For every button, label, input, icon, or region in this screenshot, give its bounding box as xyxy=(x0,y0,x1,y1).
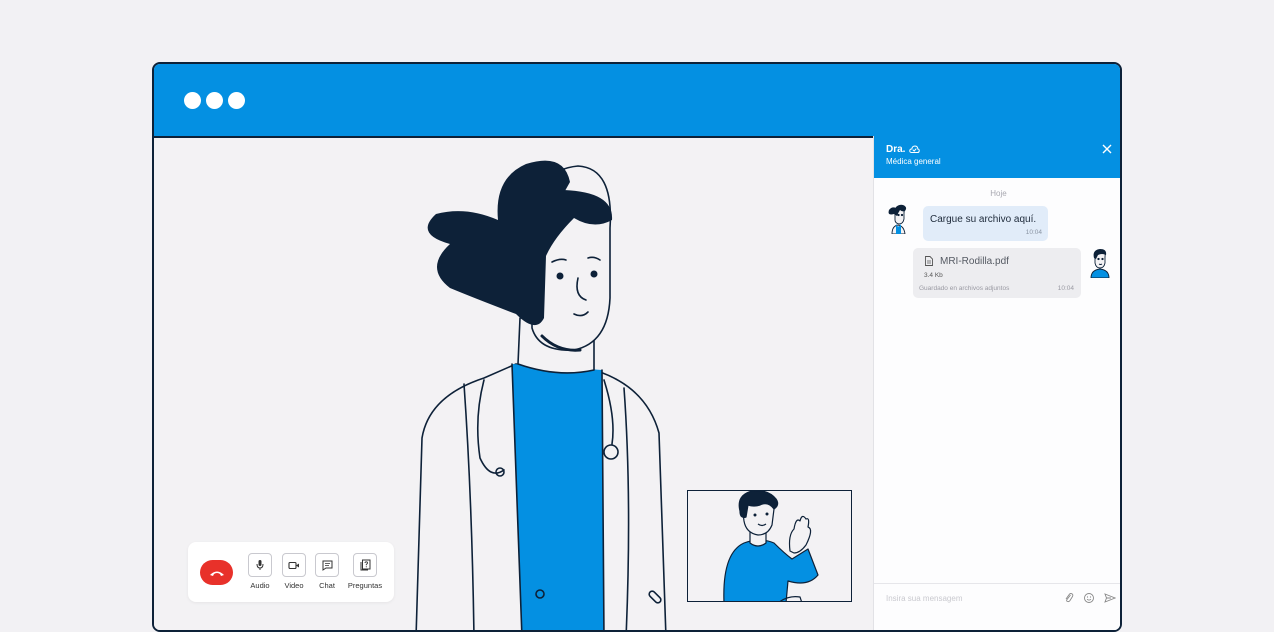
doctor-role: Médica general xyxy=(886,157,941,166)
camera-icon xyxy=(288,561,299,569)
message-time: 10:04 xyxy=(1057,285,1074,292)
chat-control[interactable]: Chat xyxy=(307,553,347,590)
hang-up-button[interactable] xyxy=(200,560,233,585)
file-saved-note: Guardado en archivos adjuntos xyxy=(919,285,1010,292)
doctor-name: Dra. xyxy=(886,144,906,155)
video-button[interactable] xyxy=(282,553,306,577)
chat-button[interactable] xyxy=(315,553,339,577)
file-size: 3.4 Kb xyxy=(924,272,943,279)
chat-panel: Dra. Médica general Hoje Cargue su archi… xyxy=(873,136,1120,630)
patient-illustration xyxy=(723,491,819,601)
paperclip-icon[interactable] xyxy=(1063,592,1075,604)
doctor-avatar xyxy=(888,204,907,234)
questions-button[interactable] xyxy=(353,553,377,577)
file-name[interactable]: MRI-Rodilla.pdf xyxy=(940,256,1009,267)
questions-label: Preguntas xyxy=(347,581,383,590)
app-window: Audio Video Chat Preguntas Dra. Médica g… xyxy=(152,62,1122,632)
close-icon[interactable] xyxy=(1101,143,1113,155)
window-dots xyxy=(184,92,245,109)
doctor-name-row: Dra. xyxy=(886,144,921,155)
audio-button[interactable] xyxy=(248,553,272,577)
call-controls: Audio Video Chat Preguntas xyxy=(188,542,394,602)
questions-control[interactable]: Preguntas xyxy=(345,553,385,590)
file-message[interactable]: MRI-Rodilla.pdf 3.4 Kb Guardado en archi… xyxy=(913,248,1081,298)
title-bar xyxy=(154,64,1120,138)
message-composer xyxy=(874,583,1120,630)
document-icon xyxy=(925,256,933,266)
patient-avatar xyxy=(1090,249,1110,278)
window-dot[interactable] xyxy=(184,92,201,109)
send-icon[interactable] xyxy=(1104,592,1116,604)
date-separator: Hoje xyxy=(990,189,1007,198)
phone-hangup-icon xyxy=(209,571,224,576)
incoming-message: Cargue su archivo aquí. 10:04 xyxy=(923,206,1048,241)
message-text: Cargue su archivo aquí. xyxy=(930,214,1037,225)
window-dot[interactable] xyxy=(206,92,223,109)
window-dot[interactable] xyxy=(228,92,245,109)
chat-header: Dra. Médica general xyxy=(874,136,1120,178)
message-input[interactable] xyxy=(886,594,1046,603)
microphone-icon xyxy=(256,560,264,570)
chat-bubble-icon xyxy=(322,560,332,571)
message-time: 10:04 xyxy=(1025,229,1042,236)
main-video: Audio Video Chat Preguntas xyxy=(154,138,873,630)
question-book-icon xyxy=(360,559,370,571)
chat-label: Chat xyxy=(319,581,335,590)
cloud-check-icon xyxy=(909,145,921,153)
emoji-icon[interactable] xyxy=(1083,592,1095,604)
self-view-video xyxy=(687,490,852,602)
